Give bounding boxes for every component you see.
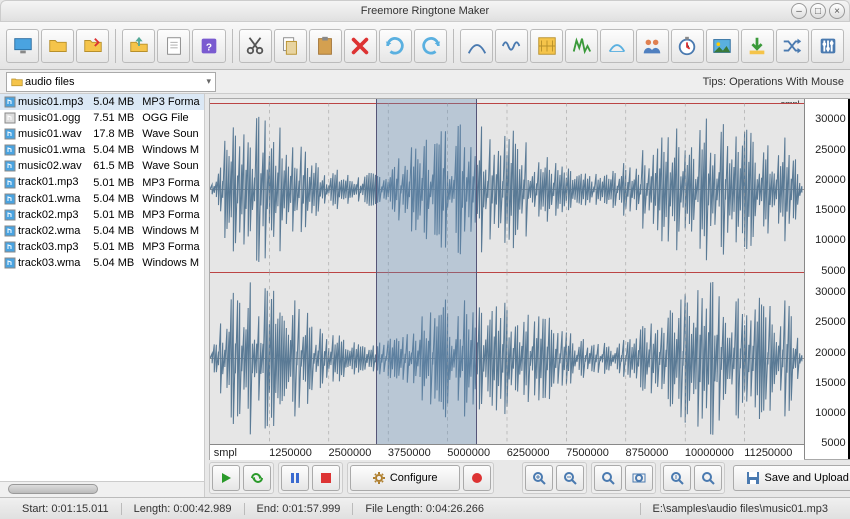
file-row[interactable]: music01.ogg7.51 MBOGG File — [0, 110, 204, 126]
file-row[interactable]: track01.mp35.01 MBMP3 Forma — [0, 174, 204, 190]
status-end: 0:01:57.999 — [282, 503, 340, 515]
file-icon — [4, 128, 16, 140]
editor-pane: smpl smpl 125000025000003750000500000062… — [205, 94, 850, 497]
selection-region[interactable] — [376, 99, 477, 459]
y-ruler: 3000025000200001500010000500050001000015… — [804, 99, 848, 459]
minimize-button[interactable]: – — [791, 3, 807, 19]
file-list[interactable]: music01.mp35.04 MBMP3 Formamusic01.ogg7.… — [0, 94, 204, 481]
zoom-fit-button[interactable] — [594, 465, 622, 491]
window-title: Freemore Ringtone Maker — [361, 5, 489, 17]
pause-button[interactable] — [281, 465, 309, 491]
file-icon — [4, 96, 16, 108]
users-button[interactable] — [636, 29, 669, 63]
folder-name: audio files — [25, 76, 75, 88]
close-button[interactable]: × — [829, 3, 845, 19]
file-icon — [4, 112, 16, 124]
transport-bar: Configure Save and Upload — [209, 463, 850, 493]
file-row[interactable]: music01.mp35.04 MBMP3 Forma — [0, 94, 204, 110]
path-bar: audio files ▾ Tips: Operations With Mous… — [0, 70, 850, 94]
file-row[interactable]: music01.wma5.04 MBWindows M — [0, 142, 204, 158]
x-unit: smpl — [214, 447, 237, 459]
file-row[interactable]: music02.wav61.5 MBWave Soun — [0, 158, 204, 174]
save-label: Save and Upload — [764, 472, 848, 484]
waveform-view[interactable]: smpl smpl 125000025000003750000500000062… — [209, 98, 850, 460]
folder-icon — [11, 76, 23, 88]
effect1-button[interactable] — [495, 29, 528, 63]
redo-button[interactable] — [414, 29, 447, 63]
file-row[interactable]: music01.wav17.8 MBWave Soun — [0, 126, 204, 142]
file-icon — [4, 193, 16, 205]
titlebar: Freemore Ringtone Maker – □ × — [0, 0, 850, 22]
file-row[interactable]: track03.mp35.01 MBMP3 Forma — [0, 239, 204, 255]
folder-up-button[interactable] — [122, 29, 155, 63]
maximize-button[interactable]: □ — [810, 3, 826, 19]
open-folder-button[interactable] — [41, 29, 74, 63]
cut-button[interactable] — [239, 29, 272, 63]
zoom-v-out-button[interactable] — [694, 465, 722, 491]
gear-icon — [372, 471, 386, 485]
file-row[interactable]: track03.wma5.04 MBWindows M — [0, 255, 204, 271]
file-icon — [4, 209, 16, 221]
chevron-down-icon: ▾ — [206, 76, 211, 87]
fade-button[interactable] — [460, 29, 493, 63]
file-icon — [4, 257, 16, 269]
copy-button[interactable] — [274, 29, 307, 63]
monitor-button[interactable] — [6, 29, 39, 63]
undo-button[interactable] — [379, 29, 412, 63]
open-recent-button[interactable] — [76, 29, 109, 63]
tips-text: Tips: Operations With Mouse — [703, 76, 844, 88]
file-icon — [4, 177, 16, 189]
file-sidebar: music01.mp35.04 MBMP3 Formamusic01.ogg7.… — [0, 94, 205, 497]
image-button[interactable] — [706, 29, 739, 63]
timer-button[interactable] — [671, 29, 704, 63]
shuffle-button[interactable] — [776, 29, 809, 63]
loop-button[interactable] — [243, 465, 271, 491]
save-upload-button[interactable]: Save and Upload — [733, 465, 850, 491]
status-bar: Start: 0:01:15.011 Length: 0:00:42.989 E… — [0, 497, 850, 519]
export-button[interactable] — [741, 29, 774, 63]
file-icon — [4, 241, 16, 253]
configure-button[interactable]: Configure — [350, 465, 460, 491]
zoom-v-in-button[interactable] — [663, 465, 691, 491]
zoom-in-button[interactable] — [525, 465, 553, 491]
file-row[interactable]: track01.wma5.04 MBWindows M — [0, 191, 204, 207]
main-toolbar: ? — [0, 22, 850, 70]
stop-button[interactable] — [312, 465, 340, 491]
file-row[interactable]: track02.mp35.01 MBMP3 Forma — [0, 207, 204, 223]
save-icon — [746, 471, 760, 485]
zoom-out-button[interactable] — [556, 465, 584, 491]
file-icon — [4, 144, 16, 156]
effect3-button[interactable] — [565, 29, 598, 63]
file-icon — [4, 225, 16, 237]
status-length: 0:00:42.989 — [173, 503, 231, 515]
document-button[interactable] — [157, 29, 190, 63]
sidebar-scrollbar[interactable] — [0, 481, 204, 497]
effect4-button[interactable] — [600, 29, 633, 63]
status-file-length: 0:04:26.266 — [426, 503, 484, 515]
status-start: 0:01:15.011 — [51, 503, 108, 515]
zoom-sel-button[interactable] — [625, 465, 653, 491]
configure-label: Configure — [390, 472, 438, 484]
help-button[interactable]: ? — [192, 29, 225, 63]
folder-dropdown[interactable]: audio files ▾ — [6, 72, 216, 92]
settings-button[interactable] — [811, 29, 844, 63]
record-button[interactable] — [463, 465, 491, 491]
play-button[interactable] — [212, 465, 240, 491]
svg-text:?: ? — [206, 42, 212, 53]
file-icon — [4, 160, 16, 172]
status-path: E:\samples\audio files\music01.mp3 — [640, 503, 840, 515]
file-row[interactable]: track02.wma5.04 MBWindows M — [0, 223, 204, 239]
delete-button[interactable] — [344, 29, 377, 63]
paste-button[interactable] — [309, 29, 342, 63]
effect2-button[interactable] — [530, 29, 563, 63]
